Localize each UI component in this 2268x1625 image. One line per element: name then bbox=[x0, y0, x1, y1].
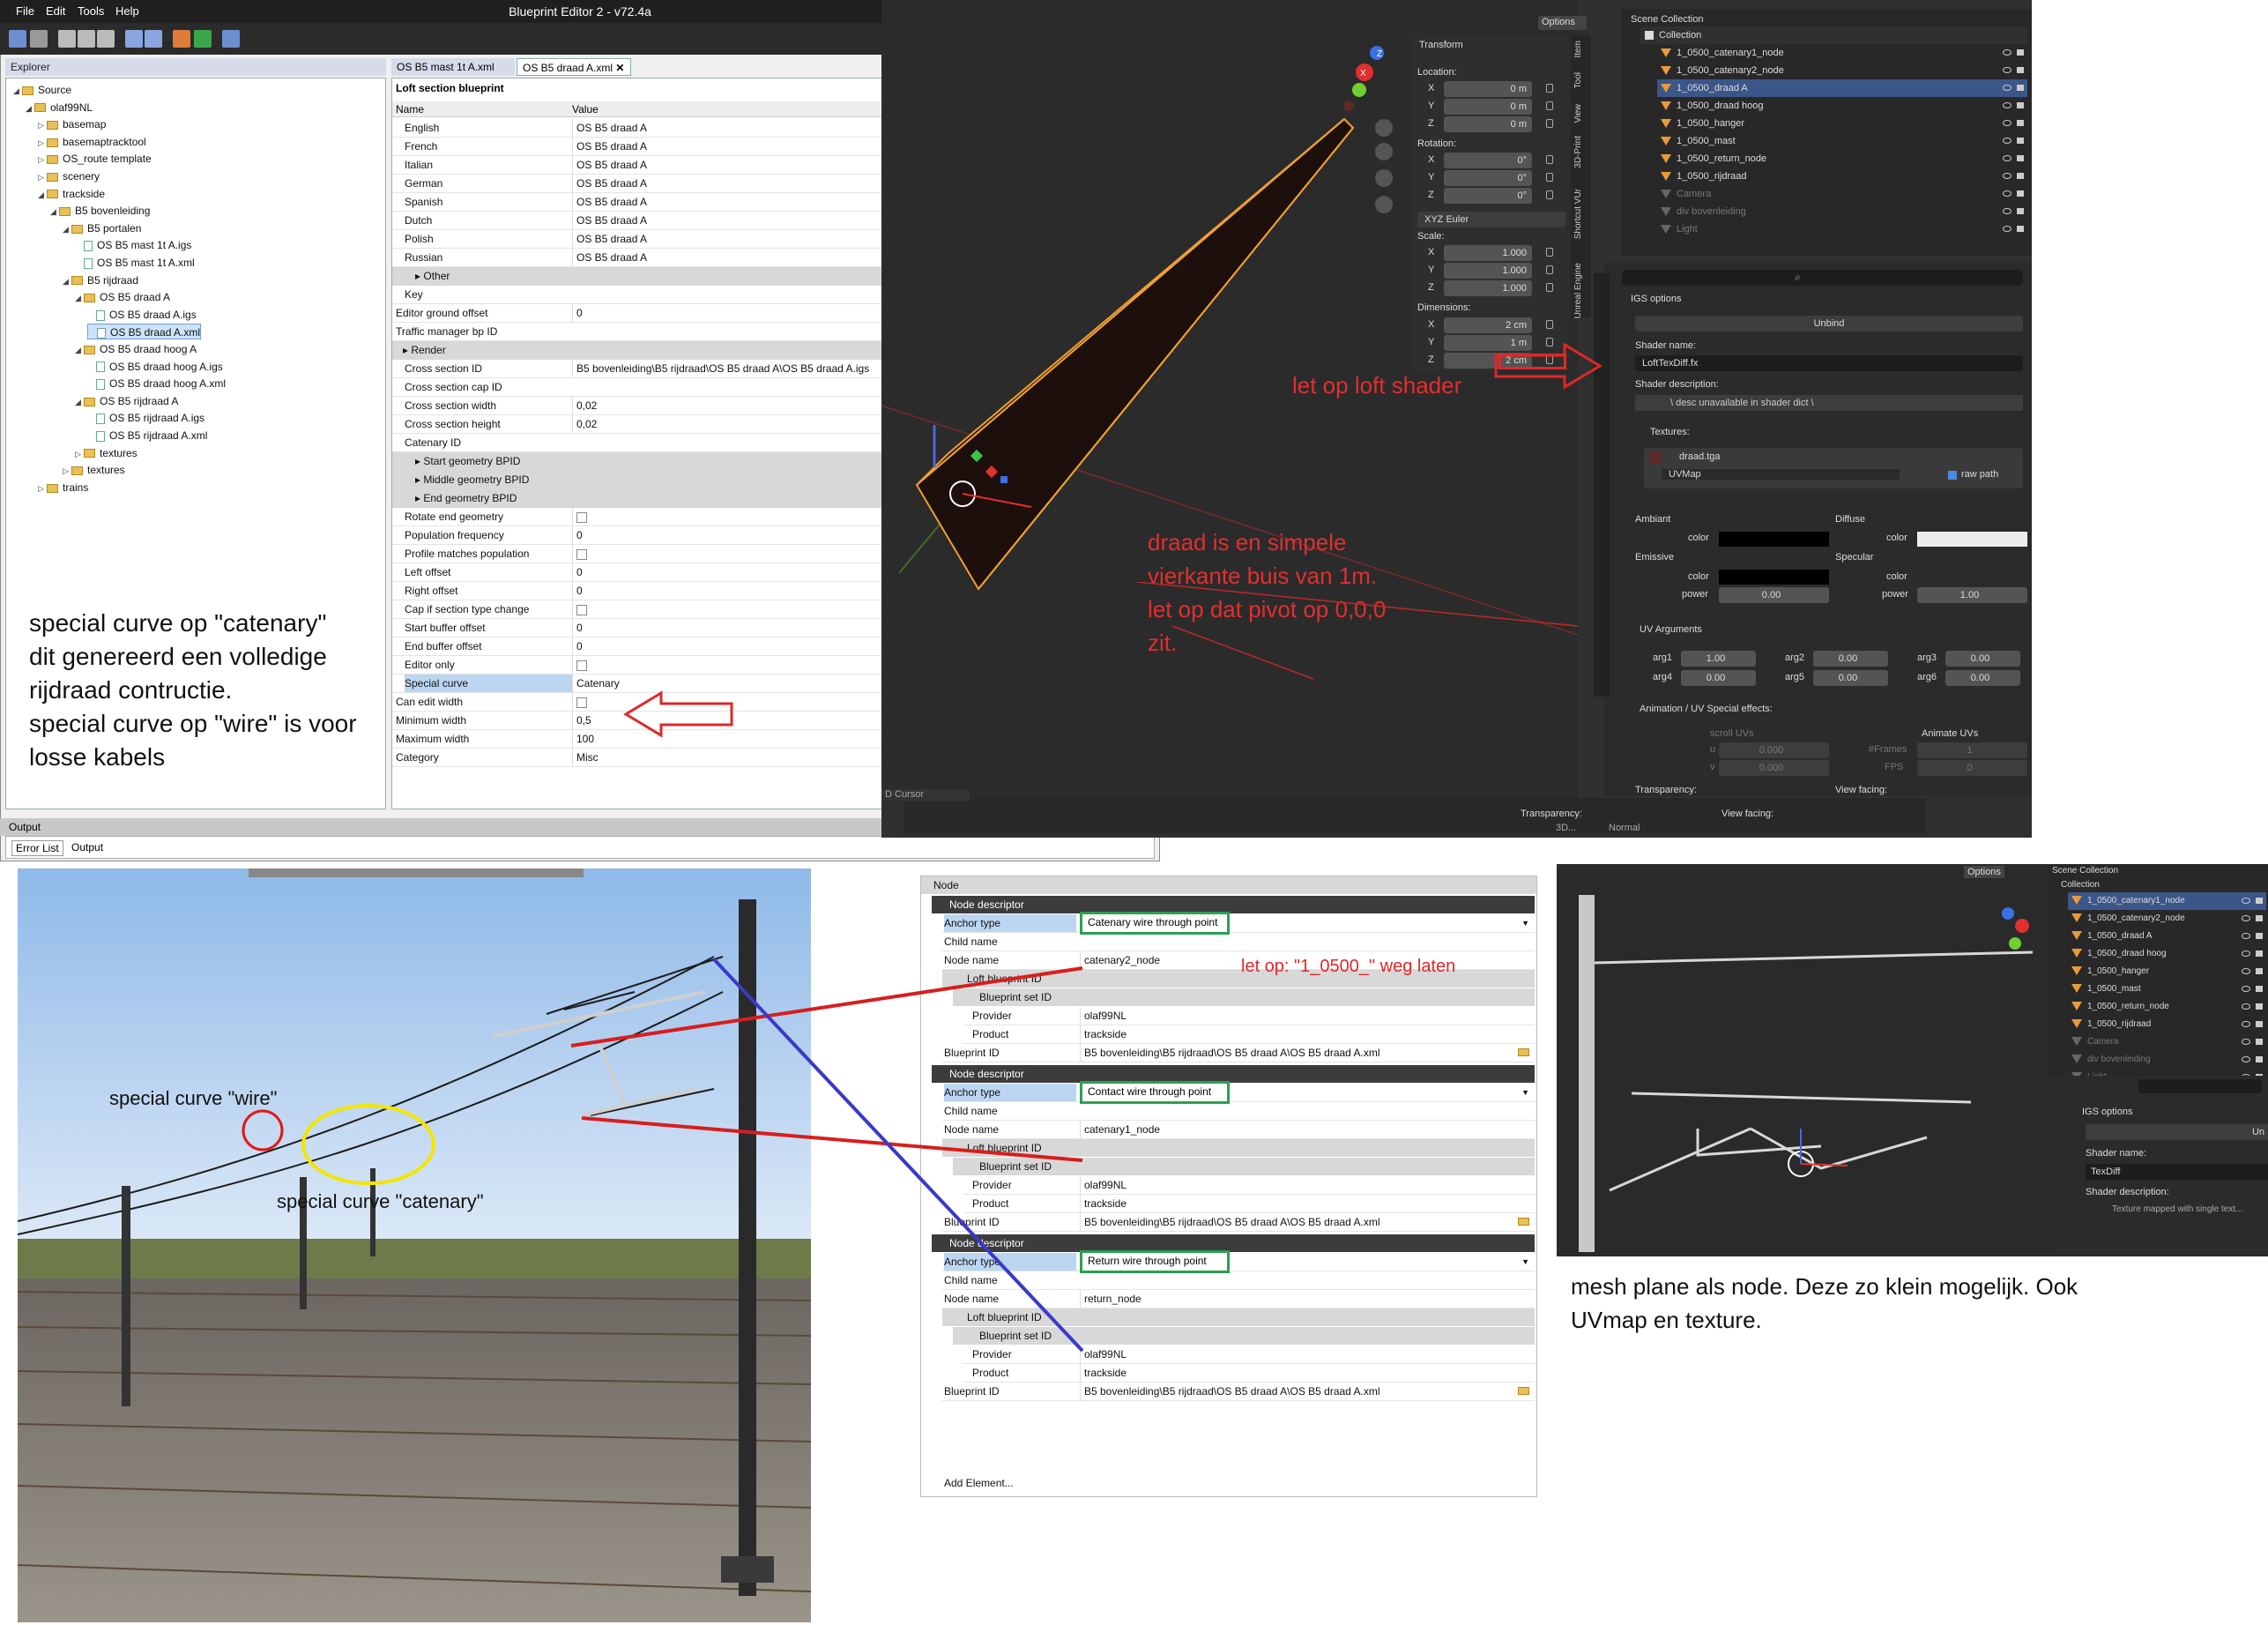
options-button-bottom[interactable]: Options bbox=[1964, 866, 2004, 878]
properties-search-b[interactable] bbox=[2138, 1079, 2262, 1093]
mesh-icon bbox=[2071, 896, 2082, 906]
outliner-item[interactable]: div bovenleiding bbox=[2068, 1051, 2266, 1069]
outliner-item-label: 1_0500_catenary2_node bbox=[2087, 913, 2185, 923]
unbind-button-b[interactable]: Un bbox=[2086, 1124, 2268, 1140]
render-camera-icon[interactable] bbox=[2256, 986, 2263, 992]
collection-label-b: Collection bbox=[2061, 880, 2100, 890]
render-camera-icon[interactable] bbox=[2256, 1021, 2263, 1027]
note-line: UVmap en texture. bbox=[1571, 1307, 1762, 1333]
outliner-item-label: 1_0500_draad A bbox=[2087, 931, 2153, 941]
outliner-item-label: div bovenleiding bbox=[2087, 1055, 2151, 1064]
mesh-icon bbox=[2071, 1002, 2082, 1011]
collection-row-b[interactable]: Collection bbox=[2061, 876, 2100, 894]
mesh-icon bbox=[2071, 913, 2082, 923]
eye-icon[interactable] bbox=[2242, 968, 2250, 974]
outliner-item-label: 1_0500_mast bbox=[2087, 984, 2141, 994]
outliner-item[interactable]: 1_0500_draad hoog bbox=[2068, 945, 2266, 963]
render-camera-icon[interactable] bbox=[2256, 950, 2263, 957]
outliner-item[interactable]: 1_0500_catenary1_node bbox=[2068, 892, 2266, 910]
eye-icon[interactable] bbox=[2242, 1056, 2250, 1062]
outliner-item[interactable]: 1_0500_draad A bbox=[2068, 928, 2266, 945]
connector-lines bbox=[570, 898, 2082, 1353]
mesh-icon bbox=[2071, 1019, 2082, 1029]
mesh-icon bbox=[2071, 931, 2082, 941]
outliner-item[interactable]: 1_0500_catenary2_node bbox=[2068, 910, 2266, 928]
outliner-item-label: 1_0500_return_node bbox=[2087, 1002, 2169, 1011]
blender-bottom-window: Options Scene Collection Collection 1_05… bbox=[1557, 864, 2268, 1256]
render-camera-icon[interactable] bbox=[2256, 1039, 2263, 1045]
note-line: mesh plane als node. Deze zo klein mogel… bbox=[1571, 1273, 2078, 1300]
outliner-item-label: 1_0500_draad hoog bbox=[2087, 949, 2167, 958]
outliner-item[interactable]: 1_0500_mast bbox=[2068, 980, 2266, 998]
render-camera-icon[interactable] bbox=[2256, 898, 2263, 904]
outliner-item-label: Camera bbox=[2087, 1037, 2119, 1047]
eye-icon[interactable] bbox=[2242, 1003, 2250, 1010]
outliner-item-label: 1_0500_hanger bbox=[2087, 966, 2150, 976]
outliner-item[interactable]: 1_0500_rijdraad bbox=[2068, 1016, 2266, 1033]
eye-icon[interactable] bbox=[2242, 1039, 2250, 1045]
mesh-icon bbox=[2071, 966, 2082, 976]
eye-icon[interactable] bbox=[2242, 1021, 2250, 1027]
mesh-icon bbox=[2071, 1055, 2082, 1064]
render-camera-icon[interactable] bbox=[2256, 968, 2263, 974]
eye-icon[interactable] bbox=[2242, 933, 2250, 939]
mesh-note: mesh plane als node. Deze zo klein mogel… bbox=[1571, 1270, 2241, 1337]
mesh-icon bbox=[2071, 949, 2082, 958]
outliner-bottom: Scene Collection Collection 1_0500_caten… bbox=[2050, 864, 2268, 1082]
outliner-item[interactable]: 1_0500_hanger bbox=[2068, 963, 2266, 980]
outliner-item-label: 1_0500_rijdraad bbox=[2087, 1019, 2152, 1029]
render-camera-icon[interactable] bbox=[2256, 1003, 2263, 1010]
igs-options-label-b: IGS options bbox=[2082, 1107, 2133, 1117]
shader-desc-value-b: Texture mapped with single text... bbox=[2112, 1204, 2243, 1214]
eye-icon[interactable] bbox=[2242, 915, 2250, 921]
eye-icon[interactable] bbox=[2242, 950, 2250, 957]
outliner-item[interactable]: 1_0500_return_node bbox=[2068, 998, 2266, 1016]
shader-name-select-b[interactable]: TexDiff bbox=[2086, 1164, 2268, 1180]
render-camera-icon[interactable] bbox=[2256, 915, 2263, 921]
properties-bottom: IGS options Un Shader name: TexDiff Shad… bbox=[2050, 1076, 2268, 1256]
mesh-icon bbox=[2071, 1037, 2082, 1047]
render-camera-icon[interactable] bbox=[2256, 1056, 2263, 1062]
outliner-item-label: 1_0500_catenary1_node bbox=[2087, 896, 2185, 906]
shader-name-label-b: Shader name: bbox=[2086, 1148, 2147, 1159]
eye-icon[interactable] bbox=[2242, 898, 2250, 904]
outliner-item[interactable]: Camera bbox=[2068, 1033, 2266, 1051]
render-camera-icon[interactable] bbox=[2256, 933, 2263, 939]
shader-desc-label-b: Shader description: bbox=[2086, 1187, 2169, 1197]
viewport-bottom[interactable] bbox=[1557, 864, 2050, 1256]
mesh-icon bbox=[2071, 984, 2082, 994]
eye-icon[interactable] bbox=[2242, 986, 2250, 992]
